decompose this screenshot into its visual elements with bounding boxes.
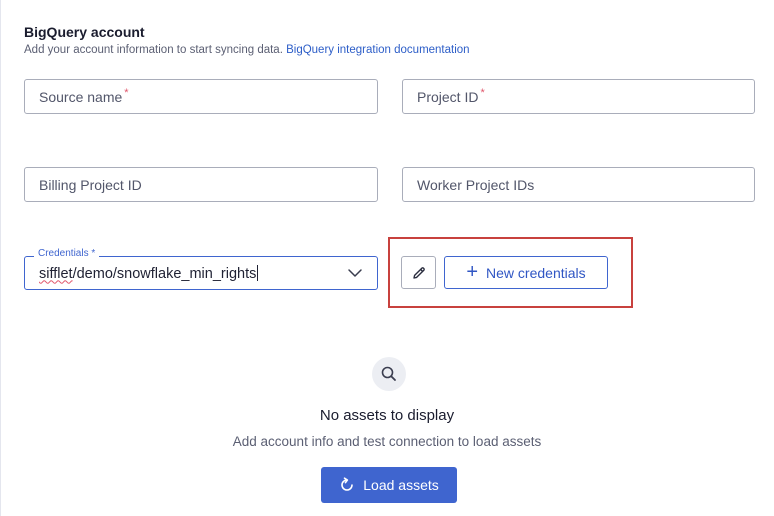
new-credentials-button[interactable]: + New credentials: [444, 256, 608, 289]
integration-doc-link[interactable]: BigQuery integration documentation: [286, 44, 469, 56]
load-assets-label: Load assets: [363, 477, 439, 493]
source-name-placeholder: Source name: [39, 88, 123, 105]
credentials-label: Credentials *: [34, 248, 100, 259]
required-marker: *: [124, 86, 129, 99]
required-marker: *: [480, 86, 485, 99]
section-title: BigQuery account: [24, 24, 145, 40]
empty-state-subtitle: Add account info and test connection to …: [232, 434, 542, 449]
search-icon: [372, 357, 406, 391]
pencil-icon: [412, 266, 425, 279]
edit-credentials-button[interactable]: [401, 256, 436, 289]
credentials-value-misspelled: sifflet: [39, 265, 73, 282]
subtitle-text: Add your account information to start sy…: [24, 44, 283, 56]
worker-project-ids-placeholder: Worker Project IDs: [417, 176, 535, 193]
credentials-select[interactable]: sifflet/demo/snowflake_min_rights: [24, 256, 378, 290]
required-marker: *: [91, 248, 96, 259]
empty-state-title: No assets to display: [319, 407, 455, 424]
source-name-field[interactable]: Source name *: [24, 79, 378, 114]
text-caret: [257, 264, 259, 281]
billing-project-id-field[interactable]: Billing Project ID: [24, 167, 378, 202]
project-id-field[interactable]: Project ID *: [402, 79, 755, 114]
worker-project-ids-field[interactable]: Worker Project IDs: [402, 167, 755, 202]
chevron-down-icon[interactable]: [347, 265, 363, 281]
refresh-icon: [341, 477, 354, 491]
new-credentials-label: New credentials: [486, 264, 586, 281]
plus-icon: +: [466, 260, 479, 283]
credentials-label-text: Credentials: [38, 248, 89, 259]
load-assets-button[interactable]: Load assets: [321, 467, 457, 503]
billing-project-id-placeholder: Billing Project ID: [39, 176, 142, 193]
credentials-value-rest: /demo/snowflake_min_rights: [72, 265, 257, 282]
section-subtitle: Add your account information to start sy…: [24, 44, 470, 56]
bigquery-account-form: BigQuery account Add your account inform…: [0, 0, 774, 516]
credentials-value: sifflet/demo/snowflake_min_rights: [39, 264, 259, 282]
project-id-placeholder: Project ID: [417, 88, 479, 105]
